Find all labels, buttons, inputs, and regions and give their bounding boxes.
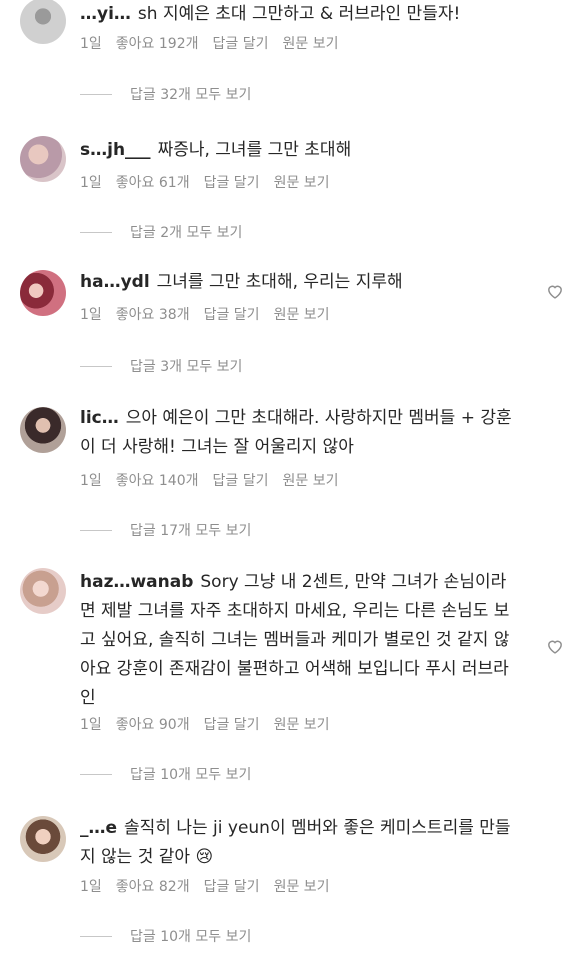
heart-outline-icon[interactable] — [546, 283, 564, 299]
username[interactable]: ha…ydl — [80, 272, 150, 292]
comment-body: 짜증나, 그녀를 그만 초대해 — [157, 140, 352, 160]
comment-text: ha…ydl 그녀를 그만 초대해, 우리는 지루해 — [80, 268, 520, 297]
avatar[interactable] — [20, 816, 66, 862]
divider — [80, 231, 112, 233]
see-original-button[interactable]: 원문 보기 — [274, 172, 330, 192]
timestamp: 1일 — [80, 717, 102, 733]
likes-count[interactable]: 좋아요 90개 — [116, 714, 190, 734]
comment-meta: 1일 좋아요 192개 답글 달기 원문 보기 — [80, 33, 338, 53]
reply-button[interactable]: 답글 달기 — [204, 876, 260, 896]
view-replies-button[interactable]: 답글 3개 모두 보기 — [80, 356, 242, 376]
view-replies-label: 답글 10개 모두 보기 — [130, 929, 252, 945]
comment-body: Sory 그냥 내 2센트, 만약 그녀가 손님이라면 제발 그녀를 자주 초대… — [80, 572, 510, 708]
see-original-button[interactable]: 원문 보기 — [282, 33, 338, 53]
username[interactable]: …yi… — [80, 4, 131, 24]
reply-button[interactable]: 답글 달기 — [213, 33, 269, 53]
username[interactable]: lic… — [80, 408, 119, 428]
view-replies-label: 답글 3개 모두 보기 — [130, 359, 243, 375]
likes-count[interactable]: 좋아요 192개 — [116, 33, 199, 53]
avatar[interactable] — [20, 568, 66, 614]
timestamp: 1일 — [80, 879, 102, 895]
timestamp: 1일 — [80, 473, 102, 489]
comment-text: _…e 솔직히 나는 ji yeun이 멤버와 좋은 케미스트리를 만들지 않는 … — [80, 814, 520, 872]
username[interactable]: _…e — [80, 818, 117, 838]
divider — [80, 529, 112, 531]
view-replies-label: 답글 17개 모두 보기 — [130, 523, 252, 539]
view-replies-label: 답글 2개 모두 보기 — [130, 225, 243, 241]
timestamp: 1일 — [80, 307, 102, 323]
timestamp: 1일 — [80, 36, 102, 52]
likes-count[interactable]: 좋아요 140개 — [116, 470, 199, 490]
avatar[interactable] — [20, 270, 66, 316]
divider — [80, 93, 112, 95]
reply-button[interactable]: 답글 달기 — [213, 470, 269, 490]
see-original-button[interactable]: 원문 보기 — [274, 876, 330, 896]
likes-count[interactable]: 좋아요 61개 — [116, 172, 190, 192]
comment-text: …yi… sh 지예은 초대 그만하고 & 러브라인 만들자! — [80, 0, 520, 29]
comment-text: lic… 으아 예은이 그만 초대해라. 사랑하지만 멤버들 + 강훈이 더 사랑… — [80, 404, 520, 462]
reply-button[interactable]: 답글 달기 — [204, 172, 260, 192]
comment-meta: 1일 좋아요 90개 답글 달기 원문 보기 — [80, 714, 330, 734]
likes-count[interactable]: 좋아요 38개 — [116, 304, 190, 324]
divider — [80, 935, 112, 937]
username[interactable]: haz…wanab — [80, 572, 193, 592]
avatar[interactable] — [20, 407, 66, 453]
view-replies-label: 답글 10개 모두 보기 — [130, 767, 252, 783]
comment-text: s…jh___ 짜증나, 그녀를 그만 초대해 — [80, 136, 520, 165]
comment-meta: 1일 좋아요 140개 답글 달기 원문 보기 — [80, 470, 338, 490]
comment-body: 으아 예은이 그만 초대해라. 사랑하지만 멤버들 + 강훈이 더 사랑해! 그… — [80, 408, 512, 457]
heart-outline-icon[interactable] — [546, 638, 564, 654]
see-original-button[interactable]: 원문 보기 — [282, 470, 338, 490]
view-replies-button[interactable]: 답글 10개 모두 보기 — [80, 926, 251, 946]
likes-count[interactable]: 좋아요 82개 — [116, 876, 190, 896]
see-original-button[interactable]: 원문 보기 — [274, 304, 330, 324]
view-replies-button[interactable]: 답글 32개 모두 보기 — [80, 84, 251, 104]
reply-button[interactable]: 답글 달기 — [204, 714, 260, 734]
comment-body: sh 지예은 초대 그만하고 & 러브라인 만들자! — [137, 4, 461, 24]
view-replies-button[interactable]: 답글 10개 모두 보기 — [80, 764, 251, 784]
view-replies-button[interactable]: 답글 17개 모두 보기 — [80, 520, 251, 540]
view-replies-button[interactable]: 답글 2개 모두 보기 — [80, 222, 242, 242]
see-original-button[interactable]: 원문 보기 — [274, 714, 330, 734]
view-replies-label: 답글 32개 모두 보기 — [130, 87, 252, 103]
comment-meta: 1일 좋아요 38개 답글 달기 원문 보기 — [80, 304, 330, 324]
username[interactable]: s…jh___ — [80, 140, 151, 160]
avatar[interactable] — [20, 136, 66, 182]
comment-meta: 1일 좋아요 82개 답글 달기 원문 보기 — [80, 876, 330, 896]
comment-text: haz…wanab Sory 그냥 내 2센트, 만약 그녀가 손님이라면 제발 … — [80, 568, 520, 713]
divider — [80, 773, 112, 775]
comment-body: 솔직히 나는 ji yeun이 멤버와 좋은 케미스트리를 만들지 않는 것 같… — [80, 818, 511, 867]
comment-meta: 1일 좋아요 61개 답글 달기 원문 보기 — [80, 172, 330, 192]
divider — [80, 365, 112, 367]
timestamp: 1일 — [80, 175, 102, 191]
avatar[interactable] — [20, 0, 66, 44]
comment-body: 그녀를 그만 초대해, 우리는 지루해 — [156, 272, 403, 292]
reply-button[interactable]: 답글 달기 — [204, 304, 260, 324]
